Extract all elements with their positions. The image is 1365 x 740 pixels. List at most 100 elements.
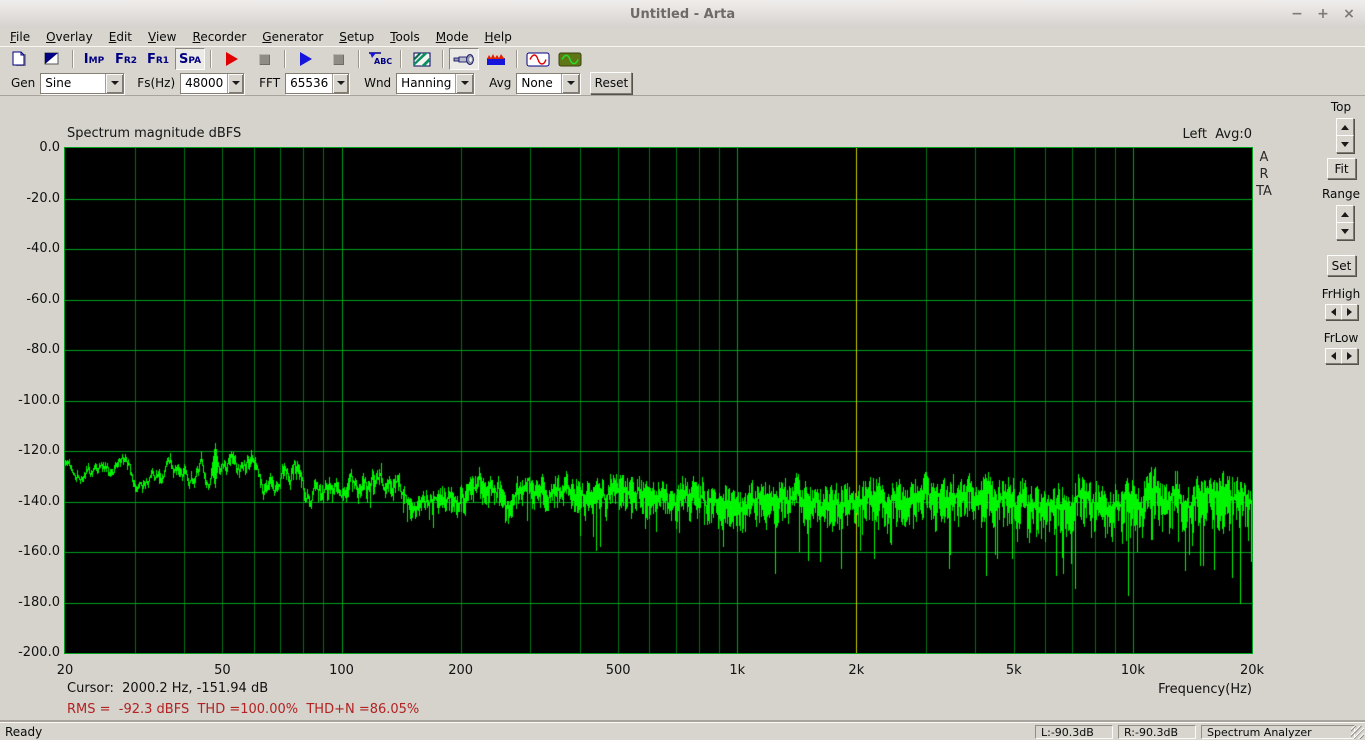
menu-recorder[interactable]: Recorder: [185, 29, 255, 45]
arta-brand-vertical: ARTA: [1256, 150, 1272, 199]
spectrogram-button[interactable]: [481, 48, 511, 70]
record-stop-icon: [258, 53, 270, 65]
record-play-icon: [226, 52, 238, 66]
new-file-button[interactable]: [5, 48, 35, 70]
frlow-increase-button[interactable]: [1341, 348, 1358, 364]
menu-help[interactable]: Help: [476, 29, 519, 45]
averaging-combo[interactable]: None: [516, 72, 581, 94]
up-arrow-icon: [1341, 211, 1349, 217]
x-tick-label: 1k: [729, 663, 746, 678]
dropdown-button[interactable]: [227, 73, 244, 93]
channel-average-label: Left Avg:0: [1182, 127, 1252, 142]
frlow-decrease-button[interactable]: [1325, 348, 1342, 364]
y-tick-label: -20.0: [26, 190, 60, 206]
toolbar-separator: [72, 50, 74, 68]
record-stop-button[interactable]: [249, 48, 279, 70]
mountain-icon: [487, 54, 505, 65]
range-label: Range: [1321, 187, 1361, 201]
dropdown-button[interactable]: [455, 73, 474, 93]
svg-text:ABC: ABC: [374, 57, 392, 66]
menu-overlay[interactable]: Overlay: [38, 29, 101, 45]
top-down-button[interactable]: [1336, 135, 1354, 153]
generator-start-button[interactable]: [291, 48, 321, 70]
fit-button[interactable]: Fit: [1327, 158, 1356, 179]
up-arrow-icon: [1341, 124, 1349, 130]
generator-play-icon: [300, 52, 312, 66]
reset-button[interactable]: Reset: [590, 72, 633, 94]
x-tick-label: 500: [605, 663, 631, 678]
impulse-mode-button[interactable]: IMP: [79, 48, 109, 70]
abc-check-icon: ABC: [369, 52, 392, 66]
menu-view[interactable]: View: [140, 29, 184, 45]
calibrate-button[interactable]: ABC: [365, 48, 395, 70]
toolbar-separator: [442, 50, 444, 68]
y-tick-label: -140.0: [18, 493, 60, 509]
range-down-button[interactable]: [1336, 222, 1354, 240]
record-start-button[interactable]: [217, 48, 247, 70]
status-bar: Ready L:-90.3dB R:-90.3dB Spectrum Analy…: [0, 722, 1365, 740]
x-tick-label: 5k: [1005, 663, 1022, 678]
menu-generator[interactable]: Generator: [254, 29, 331, 45]
menu-tools[interactable]: Tools: [382, 29, 428, 45]
menu-edit[interactable]: Edit: [101, 29, 140, 45]
menu-file[interactable]: File: [2, 29, 38, 45]
sine-generator-button[interactable]: [523, 48, 553, 70]
spectrum-mode-button[interactable]: SPA: [175, 48, 205, 70]
range-up-button[interactable]: [1336, 205, 1354, 223]
cursor-readout: Cursor: 2000.2 Hz, -151.94 dB: [67, 681, 269, 696]
two-sine-generator-button[interactable]: [555, 48, 585, 70]
resize-grip-icon[interactable]: [1351, 726, 1364, 739]
rms-thd-readout: RMS = -92.3 dBFS THD =100.00% THD+N =86.…: [67, 702, 420, 717]
window-function-combo[interactable]: Hanning: [396, 72, 475, 94]
set-button[interactable]: Set: [1327, 255, 1356, 276]
generator-stop-button[interactable]: [323, 48, 353, 70]
top-up-button[interactable]: [1336, 118, 1354, 136]
frhigh-decrease-button[interactable]: [1325, 304, 1342, 320]
dropdown-button[interactable]: [105, 73, 124, 93]
minimize-button[interactable]: −: [1289, 6, 1305, 22]
fft-size-combo[interactable]: 65536: [285, 72, 350, 94]
x-tick-label: 10k: [1120, 663, 1145, 678]
fr2-mode-button[interactable]: FR2: [111, 48, 141, 70]
dropdown-button[interactable]: [561, 73, 580, 93]
status-text: Ready: [5, 725, 43, 739]
chevron-down-icon: [460, 81, 469, 85]
x-tick-label: 20: [56, 663, 74, 678]
fr1-label: FR1: [146, 51, 170, 67]
right-arrow-icon: [1347, 308, 1352, 316]
sample-rate-combo[interactable]: 48000: [180, 72, 245, 94]
mode-panel: Spectrum Analyzer: [1201, 725, 1355, 739]
x-tick-label: 20k: [1239, 663, 1265, 678]
signal-probe-button[interactable]: [449, 48, 479, 70]
menu-setup[interactable]: Setup: [331, 29, 382, 45]
y-tick-label: -120.0: [18, 443, 60, 458]
toolbar-separator: [516, 50, 518, 68]
down-arrow-icon: [1341, 228, 1349, 234]
y-tick-label: -100.0: [18, 392, 60, 408]
avg-label: Avg: [489, 76, 512, 90]
scaling-button[interactable]: [407, 48, 437, 70]
gen-label: Gen: [11, 76, 36, 90]
frhigh-increase-button[interactable]: [1341, 304, 1358, 320]
fs-label: Fs(Hz): [137, 76, 176, 90]
toolbar-separator: [358, 50, 360, 68]
overlay-button[interactable]: [37, 48, 67, 70]
dropdown-button[interactable]: [332, 73, 349, 93]
chevron-down-icon: [336, 81, 345, 85]
spectrum-plot[interactable]: [64, 147, 1253, 654]
spa-label: SPA: [178, 51, 202, 67]
y-tick-label: 0.0: [39, 140, 60, 155]
chevron-down-icon: [566, 81, 575, 85]
wnd-label: Wnd: [364, 76, 392, 90]
window-function-value: Hanning: [397, 73, 456, 93]
fr1-mode-button[interactable]: FR1: [143, 48, 173, 70]
right-arrow-icon: [1347, 352, 1352, 360]
averaging-value: None: [517, 73, 562, 93]
close-button[interactable]: ×: [1341, 6, 1357, 22]
maximize-button[interactable]: +: [1315, 6, 1331, 22]
menu-mode[interactable]: Mode: [428, 29, 477, 45]
down-arrow-icon: [1341, 141, 1349, 147]
y-tick-label: -180.0: [18, 594, 60, 610]
new-document-icon: [12, 51, 26, 66]
generator-type-combo[interactable]: Sine: [40, 72, 125, 94]
